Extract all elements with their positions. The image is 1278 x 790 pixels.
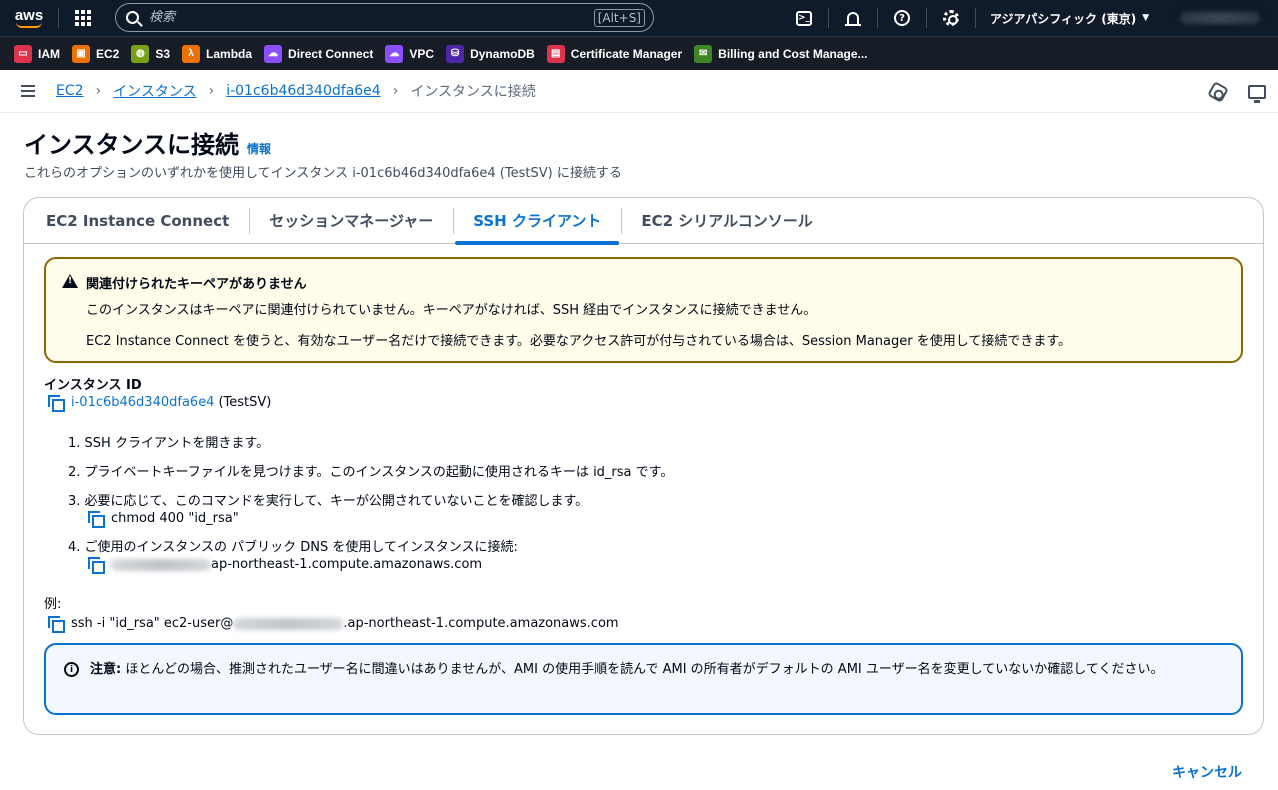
copy-icon[interactable] <box>88 511 105 528</box>
settings-hex-icon[interactable] <box>1207 80 1229 103</box>
feedback-screen-icon[interactable] <box>1248 84 1266 103</box>
terminal-icon: >_ <box>796 10 812 26</box>
breadcrumb-ec2[interactable]: EC2 <box>56 83 84 99</box>
note-label: 注意: <box>90 662 122 677</box>
chevron-right-icon: › <box>392 83 399 99</box>
redacted-text <box>233 617 344 630</box>
copy-icon[interactable] <box>48 395 65 412</box>
cancel-button[interactable]: キャンセル <box>1172 762 1242 782</box>
step-2: 2. プライベートキーファイルを見つけます。このインスタンスの起動に使用されるキ… <box>68 465 674 480</box>
tab-session-manager[interactable]: セッションマネージャー <box>249 198 453 244</box>
favorite-iam[interactable]: ▭ IAM <box>14 44 60 63</box>
hamburger-icon <box>21 85 35 97</box>
account-menu[interactable] <box>1180 12 1260 24</box>
info-alert: i 注意: ほとんどの場合、推測されたユーザー名に間違いはありませんが、AMI … <box>44 643 1243 715</box>
direct-connect-icon: ☁ <box>264 44 283 63</box>
aws-smile-icon <box>16 22 42 28</box>
iam-icon: ▭ <box>14 44 32 63</box>
chmod-command-row: chmod 400 "id_rsa" <box>88 511 673 528</box>
info-link[interactable]: 情報 <box>247 140 271 157</box>
page-title: インスタンスに接続 情報 <box>24 131 272 159</box>
warning-title: 関連付けられたキーペアがありません <box>86 277 307 292</box>
step-1: 1. SSH クライアントを開きます。 <box>68 436 270 451</box>
tab-ec2-serial-console[interactable]: EC2 シリアルコンソール <box>621 198 832 244</box>
s3-icon: ◍ <box>131 44 150 63</box>
favorite-certificate-manager[interactable]: ▤ Certificate Manager <box>546 44 682 63</box>
tab-ec2-instance-connect[interactable]: EC2 Instance Connect <box>26 198 249 244</box>
chmod-command: chmod 400 "id_rsa" <box>111 511 239 526</box>
favorite-billing[interactable]: ✉ Billing and Cost Manage... <box>694 44 868 63</box>
steps-list: 1. SSH クライアントを開きます。 2. プライベートキーファイルを見つけま… <box>68 432 673 582</box>
favorite-lambda[interactable]: λ Lambda <box>182 44 252 63</box>
instance-id-row: i-01c6b46d340dfa6e4 (TestSV) <box>48 395 272 412</box>
chevron-right-icon: › <box>208 83 215 99</box>
page-description: これらのオプションのいずれかを使用してインスタンス i-01c6b46d340d… <box>24 166 622 181</box>
breadcrumb-current: インスタンスに接続 <box>410 84 536 100</box>
tab-ssh-client[interactable]: SSH クライアント <box>453 198 621 245</box>
search-icon <box>126 11 139 24</box>
ec2-icon: ▣ <box>72 44 90 63</box>
connect-container: EC2 Instance Connect セッションマネージャー SSH クライ… <box>23 197 1264 735</box>
caret-down-icon: ▼ <box>1142 13 1150 23</box>
warning-alert: 関連付けられたキーペアがありません このインスタンスはキーペアに関連付けられてい… <box>44 257 1243 363</box>
side-nav-toggle[interactable] <box>0 85 56 97</box>
dynamodb-icon: ⛁ <box>446 44 465 63</box>
instance-id-label: インスタンス ID <box>44 378 142 393</box>
public-dns: ap-northeast-1.compute.amazonaws.com <box>111 557 482 572</box>
example-command-row: ssh -i "id_rsa" ec2-user@ .ap-northeast-1… <box>48 616 619 633</box>
step-3: 3. 必要に応じて、このコマンドを実行して、キーが公開されていないことを確認しま… <box>68 490 673 528</box>
cloudshell-button[interactable]: >_ <box>780 0 828 36</box>
region-selector[interactable]: アジアパシフィック (東京) ▼ <box>990 10 1149 27</box>
copy-icon[interactable] <box>48 616 65 633</box>
breadcrumb-actions <box>1207 70 1278 113</box>
breadcrumb-instance-id[interactable]: i-01c6b46d340dfa6e4 <box>226 83 381 99</box>
topbar-actions: >_ ? アジアパシフィック (東京) ▼ <box>780 0 1149 36</box>
bell-icon <box>845 12 861 26</box>
favorite-direct-connect[interactable]: ☁ Direct Connect <box>264 44 373 63</box>
aws-logo[interactable]: aws <box>0 0 58 36</box>
help-icon: ? <box>894 10 910 26</box>
chevron-right-icon: › <box>95 83 102 99</box>
favorite-dynamodb[interactable]: ⛁ DynamoDB <box>446 44 535 63</box>
info-icon: i <box>64 662 79 677</box>
gear-icon <box>943 10 959 26</box>
warning-icon <box>62 274 78 288</box>
lambda-icon: λ <box>182 44 201 63</box>
notifications-button[interactable] <box>829 0 877 36</box>
services-menu-button[interactable] <box>59 0 107 36</box>
grid-icon <box>75 10 91 26</box>
step-4-text: 4. ご使用のインスタンスの パブリック DNS を使用してインスタンスに接続: <box>68 540 518 555</box>
vpc-icon: ☁ <box>385 44 404 63</box>
search-shortcut: [Alt+S] <box>593 8 645 27</box>
example-command: ssh -i "id_rsa" ec2-user@ .ap-northeast-1… <box>71 616 619 631</box>
help-button[interactable]: ? <box>878 0 926 36</box>
favorite-ec2[interactable]: ▣ EC2 <box>72 44 119 63</box>
instance-name: (TestSV) <box>218 395 272 410</box>
step-4: 4. ご使用のインスタンスの パブリック DNS を使用してインスタンスに接続:… <box>68 536 673 574</box>
favorite-vpc[interactable]: ☁ VPC <box>385 44 434 63</box>
copy-icon[interactable] <box>88 557 105 574</box>
breadcrumb-instances[interactable]: インスタンス <box>113 81 196 101</box>
settings-button[interactable] <box>927 0 975 36</box>
public-dns-row: ap-northeast-1.compute.amazonaws.com <box>88 557 673 574</box>
divider <box>975 8 976 28</box>
redacted-text <box>111 558 211 571</box>
top-navigation: aws [Alt+S] >_ ? アジアパシフィック (東京) ▼ <box>0 0 1278 36</box>
breadcrumb-bar: EC2 › インスタンス › i-01c6b46d340dfa6e4 › インス… <box>0 70 1278 113</box>
favorite-s3[interactable]: ◍ S3 <box>131 44 170 63</box>
warning-text-1: このインスタンスはキーペアに関連付けられていません。キーペアがなければ、SSH … <box>86 303 817 318</box>
note-text: ほとんどの場合、推測されたユーザー名に間違いはありませんが、AMI の使用手順を… <box>121 662 1164 677</box>
billing-icon: ✉ <box>694 44 713 63</box>
search-input[interactable] <box>149 10 594 25</box>
warning-text-2: EC2 Instance Connect を使うと、有効なユーザー名だけで接続で… <box>86 334 1072 349</box>
example-label: 例: <box>44 597 62 612</box>
step-3-text: 3. 必要に応じて、このコマンドを実行して、キーが公開されていないことを確認しま… <box>68 494 589 509</box>
favorites-bar: ▭ IAM ▣ EC2 ◍ S3 λ Lambda ☁ Direct Connect ☁ V… <box>0 36 1278 70</box>
search-box[interactable]: [Alt+S] <box>115 3 654 32</box>
certificate-manager-icon: ▤ <box>546 44 565 63</box>
tab-list: EC2 Instance Connect セッションマネージャー SSH クライ… <box>24 198 1263 245</box>
instance-id-link[interactable]: i-01c6b46d340dfa6e4 <box>71 395 214 410</box>
